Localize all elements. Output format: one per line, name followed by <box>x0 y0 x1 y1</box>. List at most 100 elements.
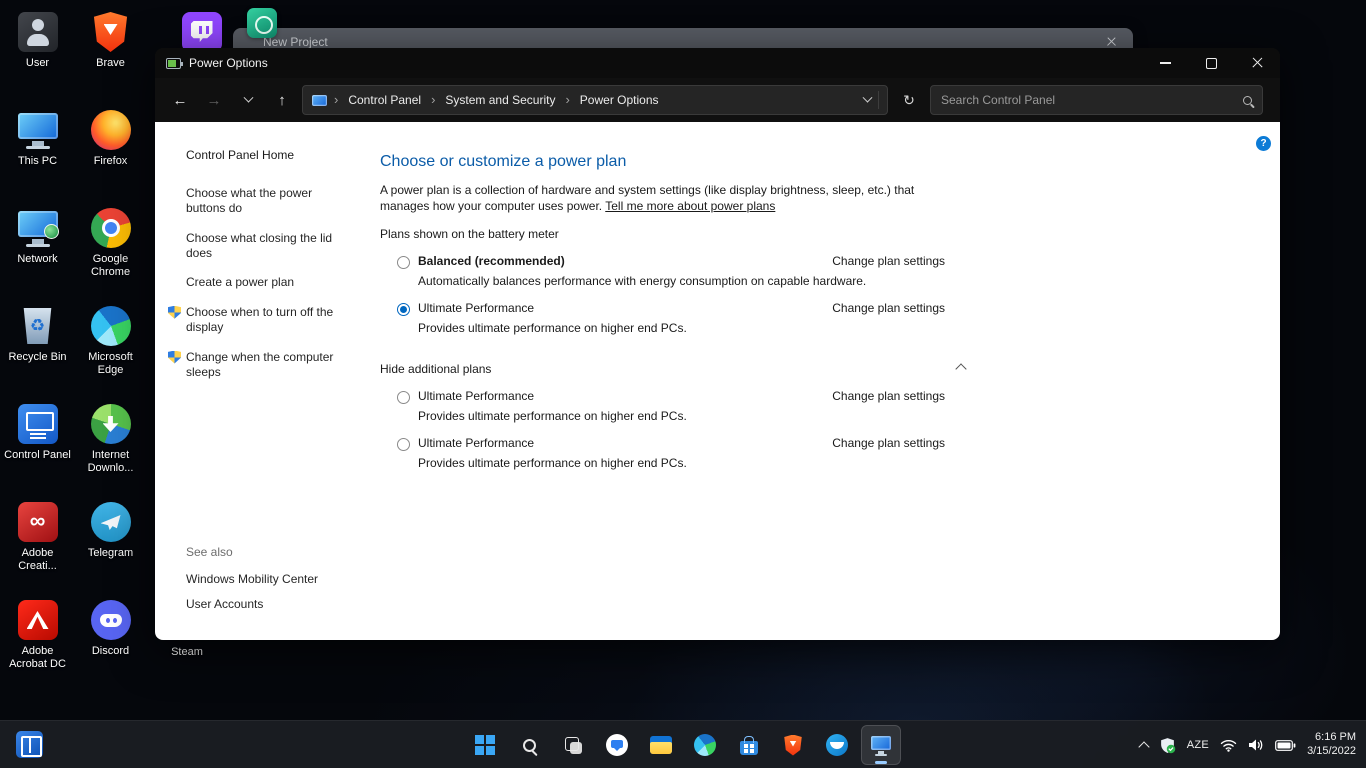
sidebar-item-power-buttons[interactable]: Choose what the power buttons do <box>186 186 344 217</box>
search-input[interactable] <box>941 93 1243 107</box>
brave-button[interactable] <box>773 725 813 765</box>
radio-ultimate-performance[interactable] <box>397 303 410 316</box>
battery-icon[interactable] <box>1275 740 1296 751</box>
breadcrumb-separator-icon <box>565 91 569 109</box>
desktop-icon-adobe-creative-cloud[interactable]: Adobe Creati... <box>1 494 74 592</box>
desktop-icon-control-panel[interactable]: Control Panel <box>1 396 74 494</box>
desktop-icon-internet-download-manager[interactable]: Internet Downlo... <box>74 396 147 494</box>
desktop-icon-label: Discord <box>92 645 129 658</box>
sidebar-item-computer-sleeps[interactable]: Change when the computer sleeps <box>186 350 344 381</box>
tell-me-more-link[interactable]: Tell me more about power plans <box>605 199 775 213</box>
wifi-icon[interactable] <box>1220 739 1237 752</box>
help-icon[interactable] <box>1256 136 1271 151</box>
forward-button[interactable]: → <box>200 86 228 114</box>
language-indicator[interactable]: AZE <box>1187 739 1209 751</box>
edge-button[interactable] <box>685 725 725 765</box>
desktop-icon-discord[interactable]: Discord <box>74 592 147 690</box>
change-plan-settings-link[interactable]: Change plan settings <box>832 436 945 450</box>
taskbar-clock[interactable]: 6:16 PM 3/15/2022 <box>1307 731 1356 759</box>
plan-name[interactable]: Ultimate Performance <box>418 389 534 403</box>
desktop-icon-label: Network <box>17 253 57 266</box>
up-button[interactable]: ↑ <box>268 86 296 114</box>
maximize-button[interactable] <box>1188 48 1234 78</box>
radio-balanced[interactable] <box>397 256 410 269</box>
plan-name[interactable]: Ultimate Performance <box>418 301 534 315</box>
intro-text: A power plan is a collection of hardware… <box>380 182 965 214</box>
plan-name[interactable]: Ultimate Performance <box>418 436 534 450</box>
sidebar-item-turn-off-display[interactable]: Choose when to turn off the display <box>186 305 344 336</box>
globe-icon <box>44 224 59 239</box>
desktop-icon-google-chrome[interactable]: Google Chrome <box>74 200 147 298</box>
section-hide-additional-plans[interactable]: Hide additional plans <box>380 362 965 376</box>
sidebar-item-control-panel-home[interactable]: Control Panel Home <box>186 148 368 162</box>
desktop-icon-adobe-acrobat[interactable]: Adobe Acrobat DC <box>1 592 74 690</box>
breadcrumb-control-panel[interactable]: Control Panel <box>345 91 424 109</box>
sidebar-item-windows-mobility-center[interactable]: Windows Mobility Center <box>186 572 368 586</box>
user-icon <box>18 12 58 52</box>
address-bar[interactable]: Control Panel System and Security Power … <box>302 85 888 115</box>
search-box[interactable] <box>930 85 1263 115</box>
desktop-icon-twitch[interactable] <box>165 4 238 52</box>
start-button[interactable] <box>465 725 505 765</box>
desktop-icon-telegram[interactable]: Telegram <box>74 494 147 592</box>
change-plan-settings-link[interactable]: Change plan settings <box>832 301 945 315</box>
task-view-button[interactable] <box>553 725 593 765</box>
sidebar-item-label: Change when the computer sleeps <box>186 350 333 379</box>
power-plan-row-ultimate-performance-2: Ultimate Performance Change plan setting… <box>380 376 965 423</box>
chevron-down-icon <box>243 92 253 102</box>
change-plan-settings-link[interactable]: Change plan settings <box>832 254 945 268</box>
sidebar-item-user-accounts[interactable]: User Accounts <box>186 597 368 611</box>
power-plan-row-ultimate-performance: Ultimate Performance Change plan setting… <box>380 288 965 335</box>
desktop-icon-user[interactable]: User <box>1 4 74 102</box>
desktop-icon-network[interactable]: Network <box>1 200 74 298</box>
recent-locations-dropdown[interactable] <box>234 86 262 114</box>
breadcrumb-power-options[interactable]: Power Options <box>577 91 662 109</box>
desktop-icon-firefox[interactable]: Firefox <box>74 102 147 200</box>
taskbar-left-widget-icon[interactable] <box>16 731 43 758</box>
desktop-icon-label: Recycle Bin <box>8 351 66 364</box>
divider <box>499 369 949 370</box>
titlebar[interactable]: Power Options <box>155 48 1280 78</box>
sidebar-item-create-power-plan[interactable]: Create a power plan <box>186 275 344 290</box>
refresh-button[interactable]: ↻ <box>894 86 924 114</box>
hidden-icons-chevron-icon[interactable] <box>1138 741 1149 752</box>
collapse-chevron-icon[interactable] <box>955 364 966 375</box>
volume-icon[interactable] <box>1248 738 1264 752</box>
desktop-icon-label: Internet Downlo... <box>75 449 147 475</box>
minimize-button[interactable] <box>1142 48 1188 78</box>
desktop-icon-label: Firefox <box>94 155 128 168</box>
section-label: Hide additional plans <box>380 362 491 376</box>
desktop-icon-label: Adobe Creati... <box>2 547 74 573</box>
sidebar-item-closing-lid[interactable]: Choose what closing the lid does <box>186 231 344 262</box>
breadcrumb-system-and-security[interactable]: System and Security <box>442 91 558 109</box>
desktop-icon-microsoft-edge[interactable]: Microsoft Edge <box>74 298 147 396</box>
back-button[interactable]: ← <box>166 86 194 114</box>
plan-name[interactable]: Balanced (recommended) <box>418 254 565 268</box>
security-shield-icon[interactable] <box>1159 737 1176 754</box>
desktop-icons: User This PC Network Recycle Bin Control… <box>1 4 147 690</box>
control-panel-mini-icon <box>312 95 327 106</box>
desktop-icon-steam-label[interactable]: Steam <box>155 646 219 658</box>
divider <box>567 234 965 235</box>
desktop-icon-brave[interactable]: Brave <box>74 4 147 102</box>
plan-description: Provides ultimate performance on higher … <box>418 409 945 423</box>
desktop-icon-recycle-bin[interactable]: Recycle Bin <box>1 298 74 396</box>
radio-ultimate-performance-3[interactable] <box>397 438 410 451</box>
taskbar-search-button[interactable] <box>509 725 549 765</box>
whale-browser-button[interactable] <box>817 725 857 765</box>
search-icon[interactable] <box>1243 96 1252 105</box>
power-plan-row-balanced: Balanced (recommended) Change plan setti… <box>380 241 965 288</box>
power-options-app-icon <box>166 58 181 69</box>
file-explorer-button[interactable] <box>641 725 681 765</box>
close-button[interactable] <box>1234 48 1280 78</box>
plan-description: Automatically balances performance with … <box>418 274 945 288</box>
radio-ultimate-performance-2[interactable] <box>397 391 410 404</box>
change-plan-settings-link[interactable]: Change plan settings <box>832 389 945 403</box>
address-dropdown-icon[interactable] <box>863 92 873 102</box>
sidebar-item-label: Choose when to turn off the display <box>186 305 333 334</box>
control-panel-taskbar-button[interactable] <box>861 725 901 765</box>
desktop-icon-this-pc[interactable]: This PC <box>1 102 74 200</box>
microsoft-store-button[interactable] <box>729 725 769 765</box>
breadcrumb-separator-icon <box>334 91 338 109</box>
chat-button[interactable] <box>597 725 637 765</box>
